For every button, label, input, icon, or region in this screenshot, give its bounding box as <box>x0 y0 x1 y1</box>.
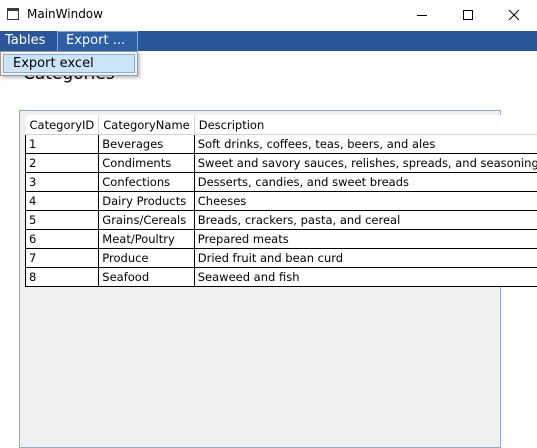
cell-category-name[interactable]: Produce <box>98 248 195 268</box>
cell-category-id[interactable]: 2 <box>24 153 100 173</box>
cell-category-name[interactable]: Grains/Cereals <box>98 210 195 230</box>
table-row[interactable]: 4 Dairy Products Cheeses <box>24 191 537 211</box>
table-row[interactable]: 3 Confections Desserts, candies, and swe… <box>24 172 537 192</box>
menu-export[interactable]: Export ... <box>57 31 138 51</box>
column-header-description[interactable]: Description <box>194 115 537 135</box>
header-row: CategoryID CategoryName Description <box>25 115 537 135</box>
main-window: MainWindow Tables Export ... Export exce… <box>0 0 537 448</box>
table-row[interactable]: 2 Condiments Sweet and savory sauces, re… <box>24 153 537 173</box>
cell-description[interactable]: Breads, crackers, pasta, and cereal <box>193 210 537 230</box>
window-title: MainWindow <box>27 7 103 21</box>
export-dropdown-menu: Export excel <box>0 51 138 76</box>
table-row[interactable]: 6 Meat/Poultry Prepared meats <box>24 229 537 249</box>
title-bar[interactable]: MainWindow <box>0 0 537 30</box>
cell-category-name[interactable]: Beverages <box>98 134 195 154</box>
cell-category-id[interactable]: 8 <box>24 267 100 287</box>
cell-category-name[interactable]: Seafood <box>98 267 195 287</box>
cell-category-id[interactable]: 6 <box>24 229 100 249</box>
cell-category-id[interactable]: 7 <box>24 248 100 268</box>
close-icon <box>508 9 520 21</box>
cell-category-name[interactable]: Dairy Products <box>98 191 195 211</box>
cell-category-name[interactable]: Confections <box>98 172 195 192</box>
cell-description[interactable]: Desserts, candies, and sweet breads <box>193 172 537 192</box>
cell-category-name[interactable]: Meat/Poultry <box>98 229 195 249</box>
table-row[interactable]: 8 Seafood Seaweed and fish <box>24 267 537 287</box>
cell-category-name[interactable]: Condiments <box>98 153 195 173</box>
minimize-button[interactable] <box>399 0 445 30</box>
cell-description[interactable]: Seaweed and fish <box>193 267 537 287</box>
app-window-icon <box>7 8 19 20</box>
export-excel-menu-item[interactable]: Export excel <box>3 54 135 73</box>
table-row[interactable]: 1 Beverages Soft drinks, coffees, teas, … <box>24 134 537 154</box>
cell-category-id[interactable]: 3 <box>24 172 100 192</box>
table-row[interactable]: 7 Produce Dried fruit and bean curd <box>24 248 537 268</box>
cell-description[interactable]: Cheeses <box>193 191 537 211</box>
categories-datagrid[interactable]: CategoryID CategoryName Description 1 Be… <box>19 110 537 448</box>
column-header-categoryid[interactable]: CategoryID <box>25 115 100 135</box>
cell-description[interactable]: Sweet and savory sauces, relishes, sprea… <box>193 153 537 173</box>
menu-tables[interactable]: Tables <box>0 31 56 51</box>
cell-category-id[interactable]: 5 <box>24 210 100 230</box>
table-row[interactable]: 5 Grains/Cereals Breads, crackers, pasta… <box>24 210 537 230</box>
close-button[interactable] <box>491 0 537 30</box>
categories-table: CategoryID CategoryName Description 1 Be… <box>24 115 537 287</box>
cell-category-id[interactable]: 4 <box>24 191 100 211</box>
menu-bar: Tables Export ... <box>0 31 537 51</box>
cell-category-id[interactable]: 1 <box>24 134 100 154</box>
maximize-button[interactable] <box>445 0 491 30</box>
cell-description[interactable]: Dried fruit and bean curd <box>193 248 537 268</box>
minimize-icon <box>417 15 427 16</box>
column-header-categoryname[interactable]: CategoryName <box>98 115 195 135</box>
maximize-icon <box>463 10 473 20</box>
cell-description[interactable]: Soft drinks, coffees, teas, beers, and a… <box>193 134 537 154</box>
cell-description[interactable]: Prepared meats <box>193 229 537 249</box>
